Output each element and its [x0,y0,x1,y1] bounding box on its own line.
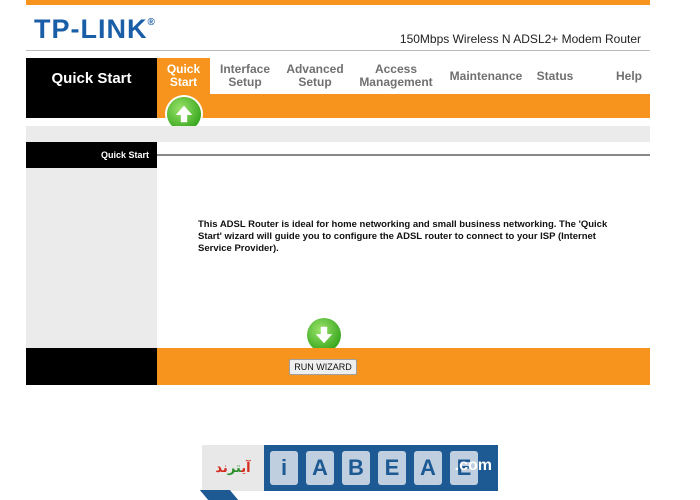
nav-item-advanced-setup[interactable]: Advanced Setup [283,58,347,94]
nav-item-access-management[interactable]: Access Management [357,58,435,94]
quick-start-description: This ADSL Router is ideal for home netwo… [198,219,608,254]
footer-bar [157,348,650,385]
registered-mark: ® [147,17,156,28]
watermark-corner [199,490,239,500]
nav-item-help[interactable]: Help [609,58,649,94]
watermark-logo: آیترند i A B E A E .com [202,445,498,491]
top-accent-bar [26,0,650,5]
wm-farsi-2: تر [227,460,242,476]
wm-letter: E [378,451,406,485]
nav-section-title: Quick Start [26,58,157,118]
footer-left [26,348,157,385]
watermark-domain: .com [454,457,492,474]
router-admin-page: TP-LINK® 150Mbps Wireless N ADSL2+ Modem… [0,0,700,500]
run-wizard-button[interactable]: RUN WIZARD [289,359,357,375]
nav-item-interface-setup[interactable]: Interface Setup [217,58,273,94]
wm-farsi-3: ند [215,460,228,476]
nav-item-quick-start[interactable]: Quick Start [157,58,210,94]
wm-letter: A [306,451,334,485]
panel-divider [157,154,650,156]
tp-link-logo: TP-LINK® [34,14,156,45]
wm-farsi-1: آی [241,460,251,476]
watermark-farsi: آیترند [202,445,264,491]
nav-item-status[interactable]: Status [531,58,579,94]
arrow-down-icon [307,318,341,352]
wm-letter: A [414,451,442,485]
watermark-graphic: i A B E A E .com [264,445,498,491]
header-divider [26,50,650,51]
grey-spacer [26,126,650,142]
wm-letter: B [342,451,370,485]
subnav-bar [157,94,650,118]
left-column [26,168,157,348]
panel-label: Quick Start [26,142,157,168]
nav-item-maintenance[interactable]: Maintenance [447,58,525,94]
model-name: 150Mbps Wireless N ADSL2+ Modem Router [399,32,641,46]
wm-letter: i [270,451,298,485]
main-nav: Quick Start Interface Setup Advanced Set… [157,58,650,94]
logo-text: TP-LINK [34,14,148,44]
